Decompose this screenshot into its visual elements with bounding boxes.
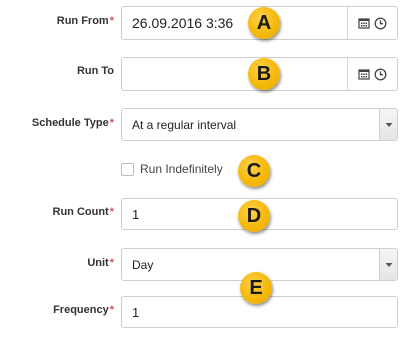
- run-to-pickers: [347, 58, 397, 90]
- unit-label: Unit*: [87, 257, 114, 269]
- schedule-type-select[interactable]: At a regular interval: [121, 108, 398, 141]
- schedule-form: Run From* 26.09.2016 3:36 Run To Schedul…: [0, 0, 407, 337]
- required-marker: *: [109, 257, 114, 269]
- required-marker: *: [109, 117, 114, 129]
- required-marker: *: [109, 206, 114, 218]
- unit-value: Day: [132, 257, 154, 272]
- schedule-type-label: Schedule Type*: [31, 117, 114, 129]
- calendar-icon[interactable]: [358, 68, 370, 80]
- callout-badge-e: E: [240, 272, 272, 304]
- run-to-label: Run To: [76, 65, 114, 77]
- required-marker: *: [109, 304, 114, 316]
- run-indefinitely-label: Run Indefinitely: [140, 162, 223, 176]
- required-marker: *: [109, 15, 114, 27]
- clock-icon[interactable]: [374, 68, 387, 81]
- callout-badge-b: B: [248, 58, 280, 90]
- run-count-label: Run Count*: [52, 206, 114, 218]
- run-indefinitely-row[interactable]: Run Indefinitely: [121, 162, 223, 176]
- callout-badge-a: A: [248, 7, 280, 39]
- callout-badge-d: D: [238, 200, 270, 232]
- chevron-down-icon[interactable]: [379, 109, 397, 140]
- clock-icon[interactable]: [374, 17, 387, 30]
- calendar-icon[interactable]: [358, 17, 370, 29]
- callout-badge-c: C: [238, 155, 270, 187]
- run-from-value: 26.09.2016 3:36: [132, 15, 234, 31]
- schedule-type-value: At a regular interval: [132, 117, 237, 132]
- run-from-pickers: [347, 7, 397, 39]
- frequency-value: 1: [132, 304, 140, 320]
- run-indefinitely-checkbox[interactable]: [121, 162, 134, 176]
- frequency-label: Frequency*: [53, 304, 114, 316]
- run-from-label: Run From*: [56, 15, 114, 27]
- chevron-down-icon[interactable]: [379, 249, 397, 280]
